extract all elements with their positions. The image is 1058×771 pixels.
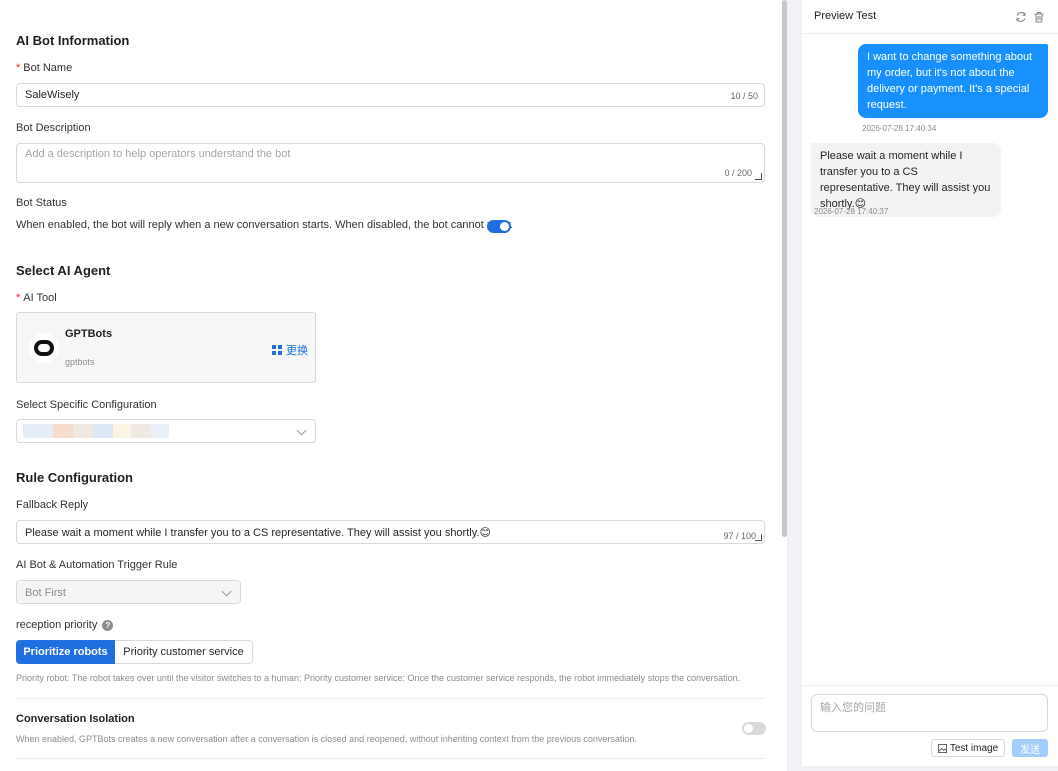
- bot-description-label: Bot Description: [16, 122, 91, 134]
- preview-header: Preview Test: [802, 0, 1058, 34]
- test-image-button[interactable]: Test image: [931, 739, 1005, 757]
- fallback-reply-value: Please wait a moment while I transfer yo…: [25, 526, 491, 539]
- ai-tool-label: * AI Tool: [16, 292, 57, 304]
- trigger-rule-value: Bot First: [25, 587, 66, 599]
- user-message-bubble: I want to change something about my orde…: [858, 44, 1048, 118]
- bot-description-counter: 0 / 200: [724, 168, 752, 178]
- image-icon: [937, 743, 947, 753]
- resize-handle[interactable]: [755, 173, 762, 180]
- divider: [16, 698, 765, 699]
- change-tool-label: 更换: [286, 345, 308, 357]
- redacted-block: [53, 424, 73, 438]
- bot-name-input[interactable]: SaleWisely 10 / 50: [16, 83, 765, 107]
- change-tool-button[interactable]: 更换: [272, 342, 308, 358]
- priority-robots-button[interactable]: Prioritize robots: [16, 640, 115, 664]
- bot-message-bubble: Please wait a moment while I transfer yo…: [811, 143, 1001, 217]
- scrollbar[interactable]: [782, 0, 787, 537]
- bot-message-time: 2026-07-28 17:40:37: [814, 207, 889, 216]
- bot-name-label: * Bot Name: [16, 62, 73, 74]
- preview-title: Preview Test: [814, 10, 877, 22]
- bot-description-placeholder: Add a description to help operators unde…: [25, 148, 291, 160]
- bot-status-toggle[interactable]: [487, 220, 511, 233]
- chevron-down-icon: [221, 586, 232, 597]
- grid-icon: [272, 345, 282, 355]
- bot-status-desc: When enabled, the bot will reply when a …: [16, 219, 513, 231]
- fallback-counter: 97 / 100: [723, 531, 756, 541]
- priority-hint: Priority robot: The robot takes over unt…: [16, 673, 741, 683]
- settings-panel: AI Bot Information * Bot Name SaleWisely …: [0, 0, 787, 771]
- bot-name-counter: 10 / 50: [730, 91, 758, 101]
- isolation-desc: When enabled, GPTBots creates a new conv…: [16, 734, 637, 744]
- redacted-block: [151, 424, 169, 438]
- priority-label: reception priority ?: [16, 619, 114, 631]
- config-select[interactable]: [16, 419, 316, 443]
- priority-cs-button[interactable]: Priority customer service: [115, 640, 253, 664]
- test-image-label: Test image: [949, 742, 999, 754]
- redacted-block: [113, 424, 131, 438]
- config-label: Select Specific Configuration: [16, 399, 157, 411]
- refresh-icon[interactable]: [1015, 11, 1027, 23]
- divider: [16, 758, 765, 759]
- tool-sub: gptbots: [65, 357, 95, 367]
- tool-name: GPTBots: [65, 328, 113, 340]
- send-button[interactable]: 发送: [1012, 739, 1048, 757]
- bot-info-title: AI Bot Information: [16, 33, 130, 48]
- trigger-rule-select[interactable]: Bot First: [16, 580, 241, 604]
- redacted-block: [93, 424, 113, 438]
- rules-section-title: Rule Configuration: [16, 470, 133, 485]
- divider: [802, 685, 1058, 686]
- fallback-label: Fallback Reply: [16, 499, 89, 511]
- resize-handle[interactable]: [755, 534, 762, 541]
- bot-description-textarea[interactable]: Add a description to help operators unde…: [16, 143, 765, 183]
- chat-input[interactable]: 输入您的问题: [811, 694, 1048, 732]
- help-icon[interactable]: ?: [102, 619, 114, 631]
- fallback-reply-input[interactable]: Please wait a moment while I transfer yo…: [16, 520, 765, 544]
- chat-input-placeholder: 输入您的问题: [820, 702, 886, 714]
- trigger-rule-label: AI Bot & Automation Trigger Rule: [16, 559, 178, 571]
- agent-section-title: Select AI Agent: [16, 263, 111, 278]
- bot-name-value: SaleWisely: [25, 89, 80, 101]
- isolation-toggle[interactable]: [742, 722, 766, 735]
- ai-tool-card[interactable]: GPTBots gptbots 更换: [16, 312, 316, 383]
- user-message-time: 2026-07-28 17:40:34: [862, 124, 937, 133]
- redacted-block: [73, 424, 93, 438]
- chevron-down-icon: [296, 425, 307, 436]
- bot-status-label: Bot Status: [16, 197, 67, 209]
- preview-panel: Preview Test I want to change something …: [802, 0, 1058, 766]
- trash-icon[interactable]: [1033, 11, 1045, 23]
- redacted-block: [23, 424, 53, 438]
- redacted-block: [131, 424, 151, 438]
- isolation-title: Conversation Isolation: [16, 713, 135, 725]
- gptbots-logo: [29, 333, 59, 363]
